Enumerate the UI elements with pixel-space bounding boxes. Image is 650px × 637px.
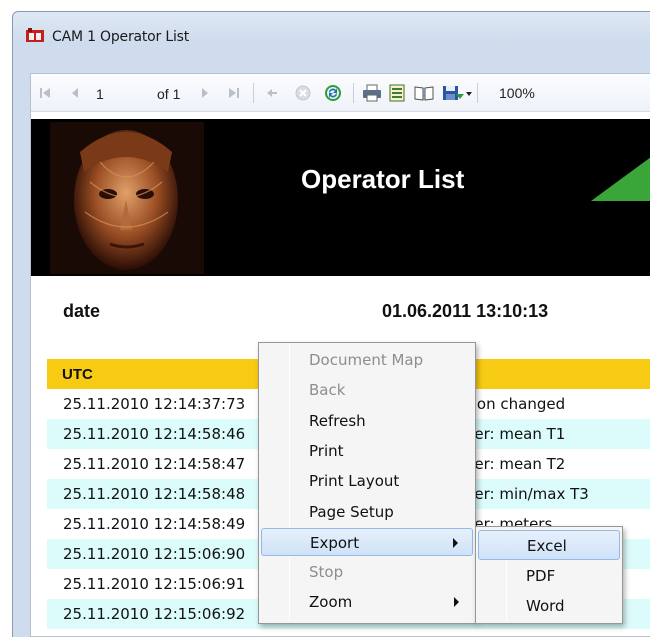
toolbar-separator [253, 83, 254, 103]
page-count-label: of 1 [157, 86, 181, 102]
menu-item-label: Stop [309, 563, 344, 582]
menu-item-label: Page Setup [309, 502, 394, 521]
utc-cell: 25.11.2010 12:14:58:49 [63, 515, 246, 533]
page-number-input[interactable] [93, 84, 141, 104]
print-icon[interactable] [361, 82, 383, 104]
utc-cell: 25.11.2010 12:15:06:91 [63, 575, 246, 593]
export-icon[interactable] [441, 82, 473, 104]
utc-cell: 25.11.2010 12:15:06:92 [63, 605, 246, 623]
column-header-utc: UTC [62, 366, 93, 383]
refresh-icon[interactable] [323, 82, 343, 104]
export-item-excel[interactable]: Excel [478, 530, 620, 560]
menu-item-label: Print [309, 441, 344, 460]
menu-item-zoom[interactable]: Zoom [261, 588, 473, 616]
utc-cell: 25.11.2010 12:15:06:90 [63, 545, 246, 563]
utc-cell: 25.11.2010 12:14:58:46 [63, 425, 246, 443]
next-page-icon[interactable] [197, 82, 213, 104]
menu-item-label: Refresh [309, 411, 366, 430]
submenu-arrow-icon [454, 597, 459, 608]
report-banner: Operator List [31, 119, 650, 276]
report-toolbar: of 1 100% [31, 74, 650, 112]
utc-cell: 25.11.2010 12:14:58:47 [63, 455, 246, 473]
menu-item-label: Back [309, 381, 346, 400]
page-setup-icon[interactable] [413, 82, 435, 104]
toolbar-separator [353, 83, 354, 103]
previous-page-icon[interactable] [67, 82, 83, 104]
utc-cell: 25.11.2010 12:14:58:48 [63, 485, 246, 503]
menu-item-page-setup[interactable]: Page Setup [261, 498, 473, 526]
submenu-arrow-icon [453, 537, 458, 548]
menu-item-stop[interactable]: Stop [261, 558, 473, 586]
print-layout-icon[interactable] [387, 82, 407, 104]
app-icon [26, 28, 44, 42]
stop-icon[interactable] [293, 82, 313, 104]
menu-item-document-map[interactable]: Document Map [261, 346, 473, 374]
back-icon[interactable] [263, 82, 281, 104]
menu-item-refresh[interactable]: Refresh [261, 407, 473, 435]
banner-accent-triangle [591, 157, 650, 201]
menu-item-print-layout[interactable]: Print Layout [261, 467, 473, 495]
report-title: Operator List [301, 164, 465, 194]
banner-face-image [50, 122, 204, 274]
window-title: CAM 1 Operator List [52, 29, 190, 45]
title-bar[interactable]: CAM 1 Operator List [13, 12, 650, 52]
menu-item-print[interactable]: Print [261, 437, 473, 465]
toolbar-separator [477, 83, 478, 103]
export-item-pdf[interactable]: PDF [478, 561, 620, 591]
menu-item-label: Export [310, 533, 360, 552]
context-menu: Document Map Back Refresh Print Print Layout… [258, 342, 476, 624]
menu-item-export[interactable]: Export [261, 527, 473, 556]
menu-item-label: Print Layout [309, 472, 400, 491]
export-item-word[interactable]: Word [478, 591, 620, 621]
utc-cell: 25.11.2010 12:14:37:73 [63, 395, 246, 413]
menu-item-label: Document Map [309, 351, 424, 369]
menu-item-label: Zoom [309, 593, 353, 612]
last-page-icon[interactable] [225, 82, 243, 104]
date-value: 01.06.2011 13:10:13 [382, 301, 549, 321]
date-label: date [63, 301, 101, 321]
zoom-select[interactable]: 100% [485, 82, 650, 104]
export-submenu: Excel PDF Word [475, 526, 623, 624]
menu-item-back[interactable]: Back [261, 376, 473, 404]
first-page-icon[interactable] [37, 82, 53, 104]
